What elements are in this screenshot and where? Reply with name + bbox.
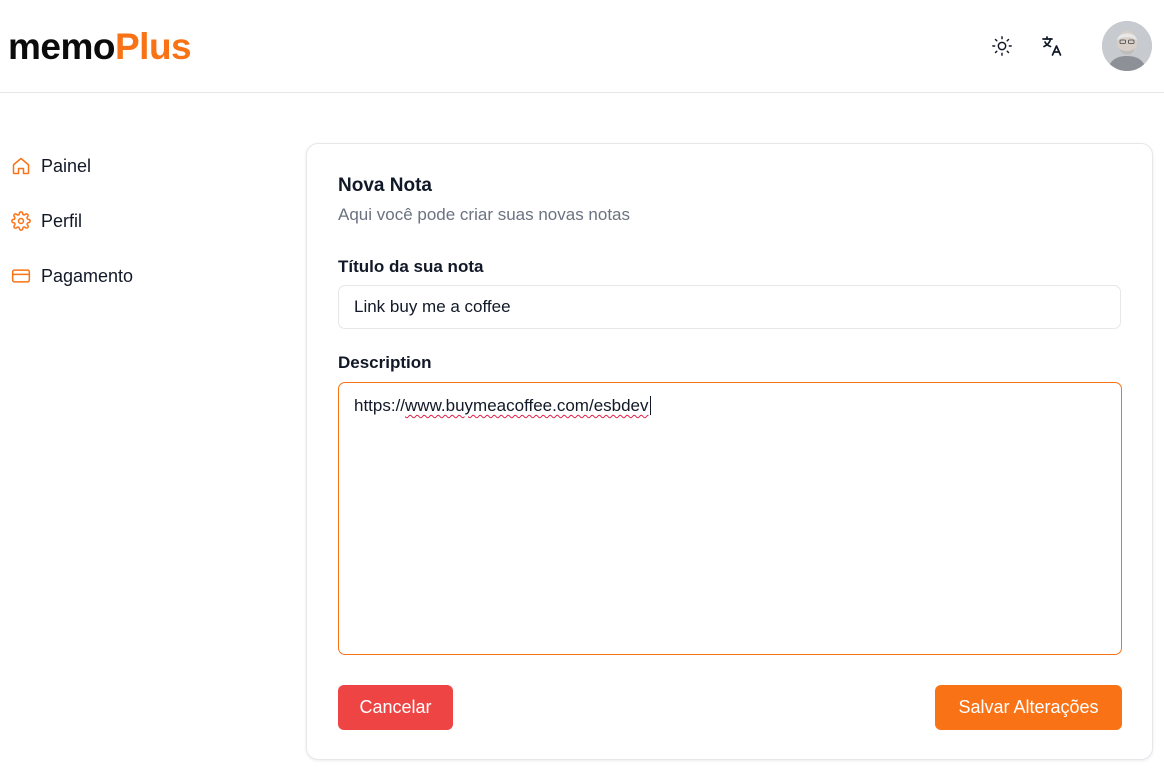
sidebar-item-perfil[interactable]: Perfil <box>10 206 82 236</box>
title-field-label: Título da sua nota <box>338 257 484 276</box>
description-text-misspelled: www.buymeacoffee.com/esbdev <box>405 396 649 415</box>
note-title-input[interactable] <box>338 285 1121 329</box>
description-textarea[interactable]: https://www.buymeacoffee.com/esbdev <box>338 382 1122 655</box>
sidebar-item-label: Pagamento <box>41 265 134 286</box>
app-logo[interactable]: memoPlus <box>8 25 192 69</box>
translate-icon <box>1042 36 1062 56</box>
card-title: Nova Nota <box>338 175 432 196</box>
avatar-photo <box>1102 21 1152 71</box>
new-note-card: Nova Nota Aqui você pode criar suas nova… <box>306 143 1153 760</box>
text-caret <box>649 396 651 415</box>
sidebar-item-painel[interactable]: Painel <box>10 151 91 181</box>
sidebar-item-label: Painel <box>41 155 92 176</box>
sidebar-item-pagamento[interactable]: Pagamento <box>10 261 133 291</box>
cancel-button[interactable]: Cancelar <box>338 685 453 730</box>
home-icon <box>10 155 32 177</box>
theme-toggle-button[interactable] <box>986 30 1018 62</box>
sun-icon <box>992 36 1012 56</box>
description-field-label: Description <box>338 353 432 372</box>
credit-card-icon <box>10 265 32 287</box>
top-header: memoPlus <box>0 0 1164 93</box>
save-changes-button[interactable]: Salvar Alterações <box>935 685 1122 730</box>
language-button[interactable] <box>1036 30 1068 62</box>
card-subtitle: Aqui você pode criar suas novas notas <box>338 205 631 224</box>
gear-icon <box>10 210 32 232</box>
user-avatar[interactable] <box>1102 21 1152 71</box>
sidebar-item-label: Perfil <box>41 210 83 231</box>
description-text-prefix: https:// <box>354 396 406 415</box>
